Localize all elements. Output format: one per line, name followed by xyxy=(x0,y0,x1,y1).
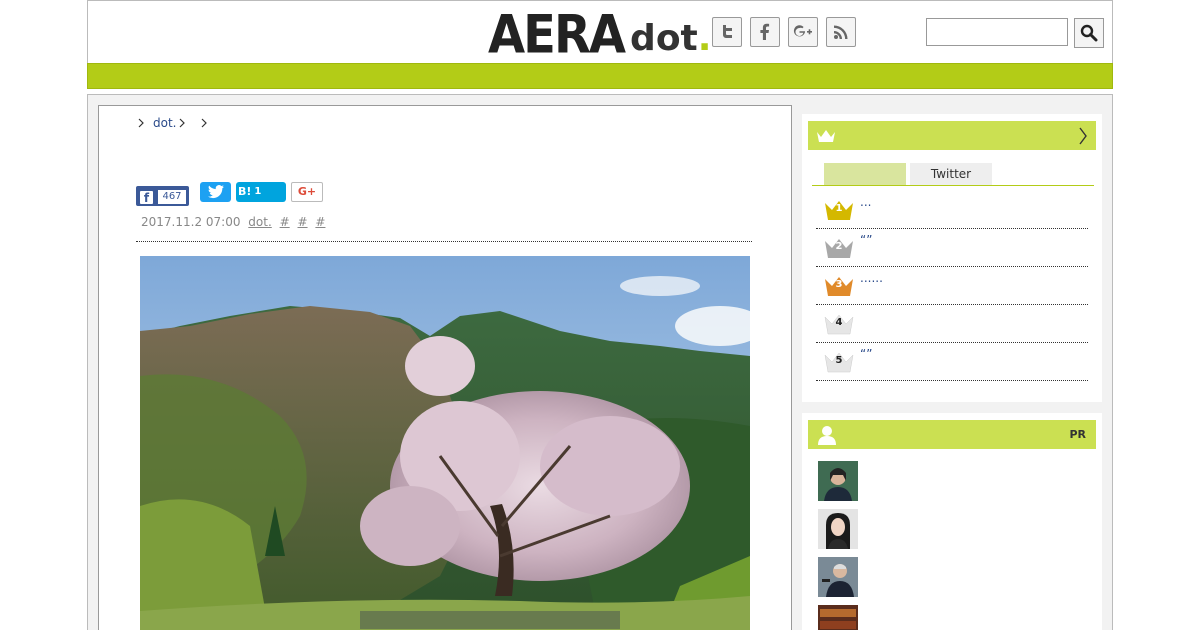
chevron-right-icon xyxy=(138,118,144,128)
chevron-right-icon xyxy=(1079,127,1087,145)
article-source-link[interactable]: dot. xyxy=(248,215,271,229)
rank-number: 5 xyxy=(835,355,843,366)
tag-link[interactable]: # xyxy=(298,215,308,229)
article-date: 2017.11.2 07:00 xyxy=(141,215,241,229)
google-plus-icon xyxy=(793,25,812,37)
twitter-bird-icon xyxy=(207,185,224,199)
tag-link[interactable]: # xyxy=(280,215,290,229)
pr-header: PR xyxy=(808,420,1096,449)
facebook-share-button[interactable]: f 467 xyxy=(136,186,189,206)
pr-panel: PR xyxy=(802,413,1102,630)
logo-sub-text: dot. xyxy=(630,18,712,59)
user-icon xyxy=(818,426,836,445)
breadcrumb: dot. xyxy=(137,116,216,130)
ranking-item[interactable]: 5 “” xyxy=(816,343,1088,381)
article-photo xyxy=(140,256,750,630)
tab-ranking-twitter[interactable]: Twitter xyxy=(910,163,992,185)
facebook-button[interactable] xyxy=(750,17,780,47)
article-meta: 2017.11.2 07:00 dot. # # # xyxy=(141,215,325,229)
hatena-label: B! xyxy=(238,185,252,198)
chevron-right-icon xyxy=(180,118,186,128)
chevron-right-icon xyxy=(202,118,208,128)
tag-link[interactable]: # xyxy=(315,215,325,229)
ranking-item-title[interactable]: ... xyxy=(860,195,871,209)
crown-icon xyxy=(817,130,835,142)
twitter-icon xyxy=(723,25,732,38)
aera-dot-logo[interactable]: AERA dot. xyxy=(488,4,712,66)
google-plus-share-button[interactable]: G+ xyxy=(291,182,323,202)
tab-ranking-access[interactable] xyxy=(824,163,906,185)
hatena-count: 1 xyxy=(254,186,262,197)
ranking-item[interactable]: 3...... xyxy=(816,267,1088,305)
social-links xyxy=(712,17,856,47)
ranking-item-title[interactable]: “” xyxy=(860,347,872,361)
twitter-button[interactable] xyxy=(712,17,742,47)
rss-icon xyxy=(834,25,848,39)
facebook-icon xyxy=(760,23,770,40)
ranking-item[interactable]: 1... xyxy=(816,191,1088,229)
site-search xyxy=(926,18,1104,48)
rank-number: 1 xyxy=(835,203,843,214)
search-input[interactable] xyxy=(926,18,1068,46)
pr-thumbnail[interactable] xyxy=(818,509,858,549)
breadcrumb-item-dot[interactable]: dot. xyxy=(153,116,176,130)
facebook-share-count: 467 xyxy=(158,190,186,204)
google-plus-button[interactable] xyxy=(788,17,818,47)
rank-number: 3 xyxy=(835,279,843,290)
ranking-panel: Twitter 1... 2 “” 3...... 4 5 “” xyxy=(802,114,1102,402)
pr-label: PR xyxy=(1069,428,1086,441)
search-button[interactable] xyxy=(1074,18,1104,48)
ranking-tabs: Twitter xyxy=(824,163,992,185)
rss-button[interactable] xyxy=(826,17,856,47)
rank-number: 4 xyxy=(835,317,843,328)
hatena-bookmark-button[interactable]: B! 1 xyxy=(236,182,286,202)
search-icon xyxy=(1080,24,1098,42)
ranking-item-title[interactable]: ...... xyxy=(860,271,883,285)
site-header: AERA dot. xyxy=(87,0,1113,64)
divider xyxy=(136,241,752,242)
pr-thumbnail[interactable] xyxy=(818,605,858,630)
ranking-item[interactable]: 4 xyxy=(816,305,1088,343)
ranking-header[interactable] xyxy=(808,121,1096,150)
pr-thumbnail[interactable] xyxy=(818,461,858,501)
twitter-share-button[interactable] xyxy=(200,182,231,202)
nav-bar xyxy=(87,63,1113,89)
facebook-icon: f xyxy=(140,191,153,205)
rank-number: 2 xyxy=(835,241,843,252)
logo-main-text: AERA xyxy=(488,4,626,66)
ranking-item[interactable]: 2 “” xyxy=(816,229,1088,267)
share-buttons: f 467 B! 1 G+ xyxy=(136,182,323,206)
tab-underline xyxy=(812,185,1094,186)
pr-thumbnail[interactable] xyxy=(818,557,858,597)
ranking-item-title[interactable]: “” xyxy=(860,233,872,247)
